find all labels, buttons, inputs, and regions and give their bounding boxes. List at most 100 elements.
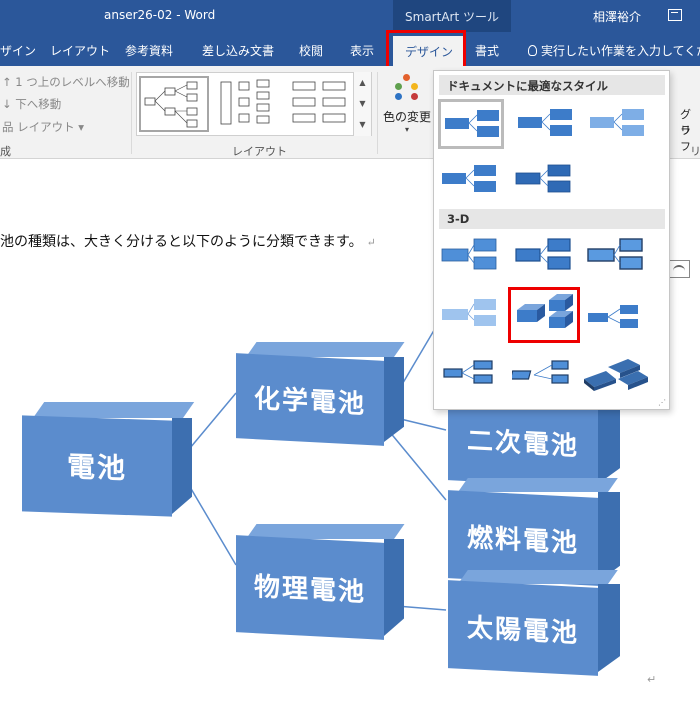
ribbon-tab-bar: ザイン レイアウト 参考資料 差し込み文書 校閲 表示 デザイン 書式 実行した… bbox=[0, 32, 700, 66]
brick-scene-icon bbox=[517, 294, 573, 328]
tab-mailings[interactable]: 差し込み文書 bbox=[202, 42, 274, 59]
node-level1-front: 化学電池 bbox=[236, 353, 384, 446]
box-top-face bbox=[458, 478, 618, 492]
node-fuel-cell[interactable]: 燃料電池 bbox=[448, 478, 620, 586]
box-side-face bbox=[598, 492, 620, 582]
layout-thumb-table-hierarchy[interactable] bbox=[289, 76, 359, 132]
style-thumb-3d-polished[interactable] bbox=[438, 233, 504, 283]
tab-view[interactable]: 表示 bbox=[350, 42, 374, 59]
section-header-best-match: ドキュメントに最適なスタイル bbox=[439, 75, 665, 95]
style-preview-icon bbox=[515, 164, 571, 193]
layout-thumb-horizontal-hierarchy[interactable] bbox=[139, 76, 209, 132]
group-separator bbox=[377, 72, 378, 154]
style-preview-icon bbox=[584, 359, 648, 391]
layout-gallery bbox=[136, 72, 372, 136]
node-level2-front: 太陽電池 bbox=[448, 580, 598, 676]
gallery-down-icon[interactable]: ▼ bbox=[354, 93, 371, 114]
document-title: anser26-02 - Word bbox=[104, 8, 216, 22]
node-root-front: 電池 bbox=[22, 415, 172, 517]
node-root[interactable]: 電池 bbox=[22, 402, 195, 517]
node-physical-battery[interactable]: 物理電池 bbox=[236, 524, 405, 640]
layout-gallery-scroll[interactable]: ▲ ▼ ▼ bbox=[353, 72, 371, 136]
node-level2-label: 二次電池 bbox=[466, 425, 579, 462]
style-thumb-3d-bird-view[interactable] bbox=[438, 351, 504, 401]
move-up-level-button[interactable]: ↑ 1 つ上のレベルへ移動 bbox=[2, 74, 130, 90]
style-thumb-3d-sunset[interactable] bbox=[584, 295, 650, 345]
ribbon-display-options-icon[interactable] bbox=[668, 9, 682, 21]
tab-smartart-design[interactable]: デザイン bbox=[393, 36, 466, 66]
style-thumb-intense-effect[interactable] bbox=[512, 157, 578, 207]
style-preview-icon bbox=[590, 109, 644, 136]
move-down-label: 下へ移動 bbox=[15, 97, 62, 111]
layout-dropdown-button[interactable]: 品 レイアウト ▾ bbox=[2, 119, 84, 135]
node-level1-front: 物理電池 bbox=[236, 535, 384, 640]
style-preview-icon bbox=[515, 238, 571, 270]
style-preview-icon bbox=[442, 165, 496, 192]
right-group-label: リ bbox=[690, 145, 700, 158]
style-preview-icon bbox=[509, 360, 569, 384]
end-paragraph-mark: ↵ bbox=[647, 673, 657, 686]
hierarchy-layout-icon bbox=[144, 81, 198, 128]
tell-me-placeholder: 実行したい作業を入力してください bbox=[541, 44, 700, 58]
style-preview-icon bbox=[443, 360, 493, 384]
box-side-face bbox=[384, 539, 404, 636]
change-colors-button[interactable]: 色の変更 ▾ bbox=[382, 74, 432, 144]
tab-format[interactable]: 書式 bbox=[475, 42, 499, 59]
box-side-face bbox=[172, 418, 192, 514]
style-thumb-3d-inset[interactable] bbox=[512, 233, 578, 283]
tab-layout[interactable]: レイアウト bbox=[50, 42, 110, 59]
lightbulb-icon bbox=[528, 45, 537, 56]
style-preview-icon bbox=[445, 110, 499, 137]
style-thumb-moderate-effect[interactable] bbox=[438, 157, 504, 207]
change-colors-label: 色の変更 bbox=[382, 110, 431, 124]
create-graphic-group-label: 成 bbox=[0, 145, 11, 158]
title-bar: anser26-02 - Word SmartArt ツール 相澤裕介 bbox=[0, 0, 700, 32]
labeled-hierarchy-icon bbox=[220, 79, 270, 125]
style-preview-icon bbox=[588, 305, 638, 328]
section-header-3d: 3-D bbox=[439, 209, 665, 229]
gallery-up-icon[interactable]: ▲ bbox=[354, 72, 371, 93]
box-top-face bbox=[33, 402, 195, 418]
panel-resize-grip-icon[interactable]: ⋰ bbox=[658, 398, 666, 407]
node-level2-label: 燃料電池 bbox=[466, 522, 579, 559]
move-down-button[interactable]: ↓ 下へ移動 bbox=[2, 96, 61, 112]
style-thumb-simple-fill[interactable] bbox=[438, 99, 504, 149]
style-thumb-3d-cartoon[interactable] bbox=[584, 233, 650, 283]
smartart-styles-gallery: ドキュメントに最適なスタイル 3-D ⋰ bbox=[433, 70, 670, 410]
layout-small-label: レイアウト bbox=[17, 120, 75, 134]
node-level2-label: 太陽電池 bbox=[466, 612, 579, 649]
chevron-down-icon: ▾ bbox=[404, 125, 409, 134]
layout-thumb-labeled-hierarchy[interactable] bbox=[215, 76, 285, 132]
box-side-face bbox=[384, 357, 404, 442]
group-separator bbox=[131, 72, 132, 154]
style-thumb-3d-brick-scene-selected[interactable] bbox=[508, 287, 580, 343]
table-hierarchy-icon bbox=[292, 81, 346, 123]
node-chemical-battery[interactable]: 化学電池 bbox=[236, 342, 405, 446]
style-preview-icon bbox=[441, 238, 497, 270]
move-up-label: 1 つ上のレベルへ移動 bbox=[15, 75, 130, 89]
style-thumb-white-outline[interactable] bbox=[514, 101, 580, 151]
right-group-partial-label-2: リ bbox=[680, 124, 691, 137]
user-name[interactable]: 相澤裕介 bbox=[593, 8, 641, 25]
style-thumb-3d-powder[interactable] bbox=[438, 291, 504, 341]
box-side-face bbox=[598, 584, 620, 672]
style-thumb-3d-flat-scene[interactable] bbox=[509, 351, 578, 401]
style-preview-icon bbox=[442, 299, 496, 326]
style-preview-icon bbox=[587, 238, 643, 270]
layouts-group-label: レイアウト bbox=[232, 145, 287, 158]
tab-references[interactable]: 参考資料 bbox=[125, 42, 173, 59]
smartart-tools-context-label: SmartArt ツール bbox=[393, 0, 511, 32]
tab-design[interactable]: ザイン bbox=[0, 42, 36, 59]
gallery-more-icon[interactable]: ▼ bbox=[354, 114, 371, 135]
tell-me-search[interactable]: 実行したい作業を入力してください bbox=[528, 42, 700, 59]
node-solar-cell[interactable]: 太陽電池 bbox=[448, 570, 620, 676]
node-level1-label: 物理電池 bbox=[253, 572, 366, 608]
style-preview-icon bbox=[518, 109, 572, 136]
style-thumb-3d-metallic[interactable] bbox=[582, 349, 652, 399]
color-palette-icon bbox=[392, 74, 422, 104]
tab-review[interactable]: 校閲 bbox=[299, 42, 323, 59]
node-level1-label: 化学電池 bbox=[253, 384, 366, 420]
layout-small-icon: 品 bbox=[2, 120, 14, 134]
style-thumb-subtle-effect[interactable] bbox=[586, 101, 652, 151]
node-root-label: 電池 bbox=[66, 449, 127, 486]
